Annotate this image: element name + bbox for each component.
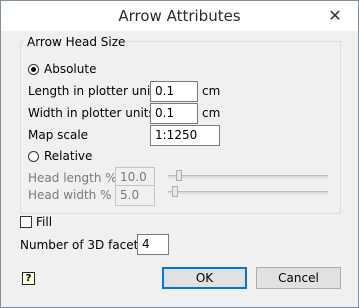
title-bar[interactable]: Arrow Attributes ✕ xyxy=(1,1,358,31)
head-length-slider-track xyxy=(168,175,328,178)
width-label: Width in plotter units xyxy=(28,106,155,120)
length-input[interactable]: 0.1 xyxy=(150,81,198,102)
head-length-label: Head length % xyxy=(28,171,117,185)
head-length-slider-thumb[interactable] xyxy=(176,170,182,181)
facets-input[interactable]: 4 xyxy=(137,234,169,255)
fill-label[interactable]: Fill xyxy=(36,215,52,229)
cancel-button-label: Cancel xyxy=(278,271,319,285)
length-unit: cm xyxy=(202,84,221,98)
width-unit: cm xyxy=(202,106,221,120)
head-width-slider-thumb[interactable] xyxy=(172,186,178,197)
close-icon: ✕ xyxy=(328,5,342,25)
map-scale-label: Map scale xyxy=(28,128,89,142)
cancel-button[interactable]: Cancel xyxy=(256,267,341,289)
facets-label: Number of 3D facets xyxy=(20,238,145,252)
ok-button[interactable]: OK xyxy=(162,267,247,289)
help-icon[interactable]: ? xyxy=(22,272,35,285)
head-width-slider-track xyxy=(168,191,328,194)
relative-radio[interactable] xyxy=(28,151,39,162)
length-label: Length in plotter units xyxy=(28,84,162,98)
absolute-radio[interactable] xyxy=(28,64,39,75)
arrow-head-size-label: Arrow Head Size xyxy=(24,35,129,49)
absolute-radio-label[interactable]: Absolute xyxy=(44,62,96,76)
help-glyph: ? xyxy=(25,272,32,284)
head-width-slider[interactable] xyxy=(168,186,328,200)
width-input[interactable]: 0.1 xyxy=(150,103,198,124)
head-width-label: Head width % xyxy=(28,188,112,202)
dialog-body: Arrow Head Size Absolute Length in plott… xyxy=(8,31,351,300)
head-length-slider[interactable] xyxy=(168,170,328,184)
head-width-input[interactable]: 5.0 xyxy=(115,185,155,206)
fill-checkbox[interactable] xyxy=(20,216,32,228)
relative-radio-label[interactable]: Relative xyxy=(44,149,92,163)
map-scale-input[interactable]: 1:1250 xyxy=(150,125,220,146)
dialog-title: Arrow Attributes xyxy=(118,7,241,25)
dialog-window: Arrow Attributes ✕ Arrow Head Size Absol… xyxy=(0,0,359,308)
close-button[interactable]: ✕ xyxy=(320,5,350,25)
ok-button-label: OK xyxy=(195,271,214,285)
